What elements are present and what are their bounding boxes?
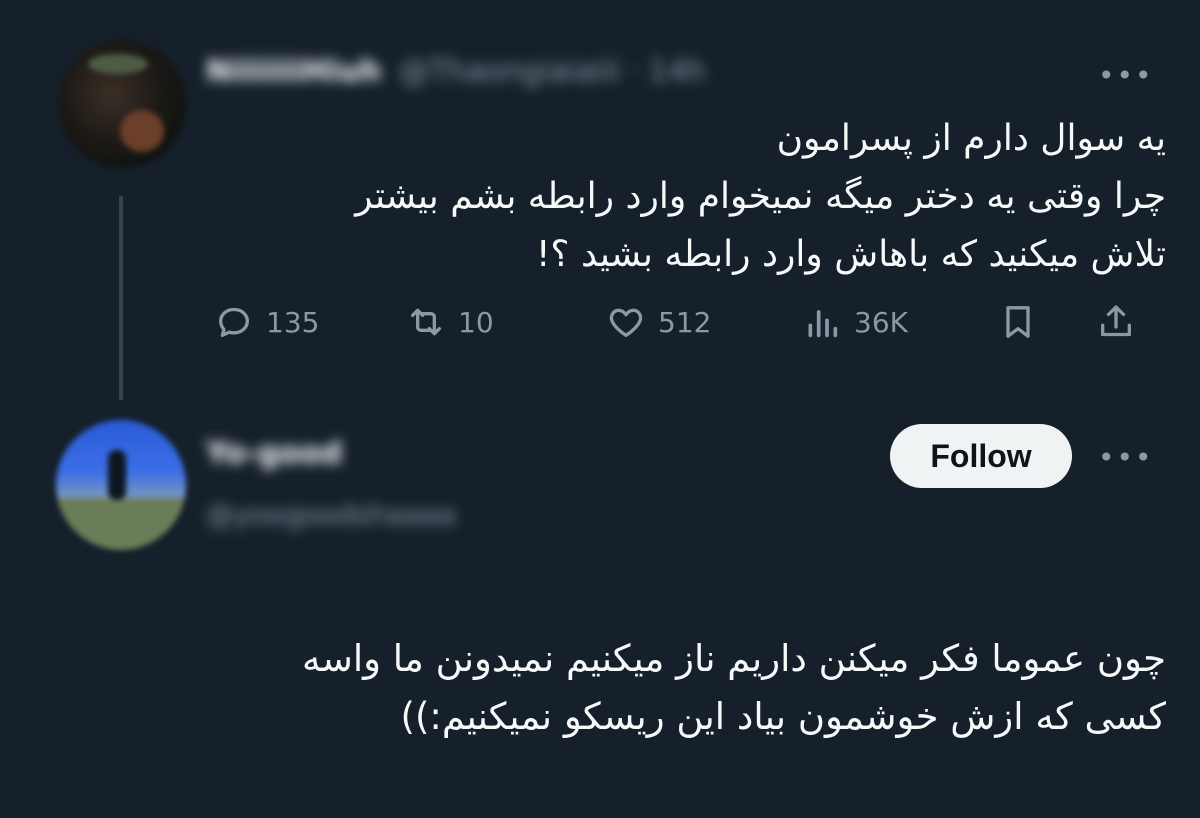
reply-icon	[219, 307, 249, 337]
tweet-text-line: تلاش میکنید که باهاش وارد رابطه بشید ؟!	[536, 234, 1166, 275]
views-button[interactable]: 36K	[802, 302, 908, 342]
reply-text-line: چون عموما فکر میکنن داریم ناز میکنیم نمی…	[301, 637, 1166, 680]
thread-connector-line	[119, 196, 123, 400]
tweet-text-line: چرا وقتی یه دختر میگه نمیخوام وارد رابطه…	[355, 176, 1166, 217]
tweet-author-header[interactable]: NiiiiiiiHiuh @Thaongiaiaiii · 14h	[206, 54, 706, 89]
retweet-button[interactable]: 10	[406, 302, 494, 342]
tweet-more-icon[interactable]: •••	[1098, 62, 1154, 90]
reply-text-line: کسی که ازش خوشمون بیاد این ریسکو نمیکنیم…	[400, 695, 1166, 738]
reply-text: چون عموما فکر میکنن داریم ناز میکنیم نمی…	[302, 630, 1166, 746]
retweet-count: 10	[458, 305, 494, 339]
bookmark-icon	[1006, 306, 1030, 338]
reply-count: 135	[266, 305, 320, 339]
follow-button[interactable]: Follow	[890, 424, 1072, 488]
heart-icon	[609, 308, 643, 337]
reply-author-avatar[interactable]	[56, 420, 186, 550]
tweet-author-name[interactable]: NiiiiiiiHiuh	[206, 54, 381, 89]
tweet-author-handle[interactable]: @Thaongiaiaiii · 14h	[399, 54, 705, 89]
bookmark-button[interactable]	[998, 302, 1038, 342]
views-count: 36K	[854, 305, 908, 339]
views-icon	[808, 310, 838, 338]
like-button[interactable]: 512	[606, 302, 711, 342]
reply-button[interactable]: 135	[214, 302, 319, 342]
share-icon	[1101, 305, 1131, 337]
reply-author-name[interactable]: Yo-good	[206, 436, 342, 471]
like-count: 512	[658, 305, 712, 339]
reply-author-handle[interactable]: @yoogoodshaaaa	[206, 498, 456, 531]
reply-more-icon[interactable]: •••	[1098, 444, 1154, 472]
retweet-icon	[411, 308, 441, 336]
share-button[interactable]	[1096, 302, 1136, 342]
tweet-author-avatar[interactable]	[58, 40, 186, 168]
tweet-text: یه سوال دارم از پسرامون چرا وقتی یه دختر…	[355, 110, 1166, 284]
tweet-text-line: یه سوال دارم از پسرامون	[776, 118, 1166, 159]
